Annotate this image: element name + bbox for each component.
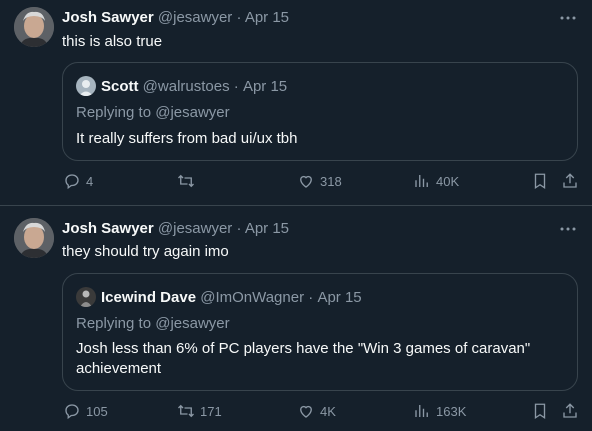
retweet-count: 171 [200, 403, 222, 419]
quote-author-handle: @ImOnWagner [200, 288, 305, 306]
tweet-date[interactable]: Apr 15 [245, 220, 289, 237]
share-button[interactable] [561, 172, 579, 190]
quote-date: Apr 15 [242, 77, 288, 95]
separator: · [308, 288, 314, 306]
views-icon [415, 405, 428, 417]
tweet-text: they should try again imo [62, 243, 229, 260]
tweet-header: Josh Sawyer @jesawyer · Apr 15 [62, 9, 289, 26]
quote-author-handle: @walrustoes [142, 77, 230, 95]
avatar[interactable] [14, 218, 54, 258]
quote-date: Apr 15 [317, 288, 362, 306]
avatar[interactable] [14, 7, 54, 47]
tweet-text: this is also true [62, 33, 163, 50]
tweet[interactable]: Josh Sawyer @jesawyer · Apr 15 they shou… [0, 206, 592, 431]
share-icon [563, 403, 577, 418]
views-count: 163K [436, 403, 467, 419]
quoted-tweet[interactable]: Scott @walrustoes · Apr 15 Replying to @… [62, 62, 578, 161]
quote-avatar [76, 287, 96, 307]
more-icon[interactable] [558, 8, 578, 28]
replying-to: Replying to @jesawyer [76, 104, 230, 121]
views-button[interactable]: 40K [413, 172, 459, 190]
like-count: 4K [320, 403, 336, 419]
views-count: 40K [436, 173, 460, 189]
retweet-button[interactable] [177, 172, 200, 190]
reply-icon [65, 404, 79, 420]
author-handle[interactable]: @jesawyer [158, 220, 232, 237]
views-icon [415, 175, 428, 187]
reply-count: 4 [86, 173, 94, 189]
author-name[interactable]: Josh Sawyer [62, 220, 154, 237]
reply-count: 105 [86, 403, 108, 419]
action-bar: 4 318 40K [0, 172, 592, 194]
quote-author-name: Scott [101, 77, 139, 95]
like-button[interactable]: 318 [297, 172, 342, 190]
like-count: 318 [320, 173, 342, 189]
quote-header: Scott @walrustoes · Apr 15 [76, 76, 287, 96]
like-button[interactable]: 4K [297, 402, 336, 420]
more-icon[interactable] [558, 219, 578, 239]
separator: · [236, 220, 242, 237]
replying-to: Replying to @jesawyer [76, 315, 230, 332]
retweet-button[interactable]: 171 [177, 402, 222, 420]
reply-button[interactable]: 4 [63, 172, 93, 190]
reply-button[interactable]: 105 [63, 402, 108, 420]
tweet[interactable]: Josh Sawyer @jesawyer · Apr 15 this is a… [0, 0, 592, 205]
separator: · [233, 77, 239, 95]
bookmark-icon [534, 173, 546, 190]
tweet-header: Josh Sawyer @jesawyer · Apr 15 [62, 220, 289, 237]
like-icon [300, 405, 312, 418]
quoted-tweet[interactable]: Icewind Dave @ImOnWagner · Apr 15 Replyi… [62, 273, 578, 391]
quote-avatar [76, 76, 96, 96]
retweet-icon [178, 404, 194, 418]
quote-author-name: Icewind Dave [101, 288, 197, 306]
views-button[interactable]: 163K [413, 402, 466, 420]
share-icon [563, 173, 577, 188]
separator: · [236, 9, 242, 26]
reply-icon [65, 174, 79, 190]
quote-header: Icewind Dave @ImOnWagner · Apr 15 [76, 287, 362, 307]
quote-text: It really suffers from bad ui/ux tbh [76, 130, 298, 147]
like-icon [300, 175, 312, 188]
bookmark-button[interactable] [531, 402, 549, 420]
bookmark-icon [534, 403, 546, 420]
author-handle[interactable]: @jesawyer [158, 9, 232, 26]
share-button[interactable] [561, 402, 579, 420]
bookmark-button[interactable] [531, 172, 549, 190]
retweet-icon [178, 174, 194, 188]
author-name[interactable]: Josh Sawyer [62, 9, 154, 26]
tweet-date[interactable]: Apr 15 [245, 9, 289, 26]
quote-text: Josh less than 6% of PC players have the… [76, 340, 531, 377]
action-bar: 105 171 4K 163K [0, 402, 592, 424]
